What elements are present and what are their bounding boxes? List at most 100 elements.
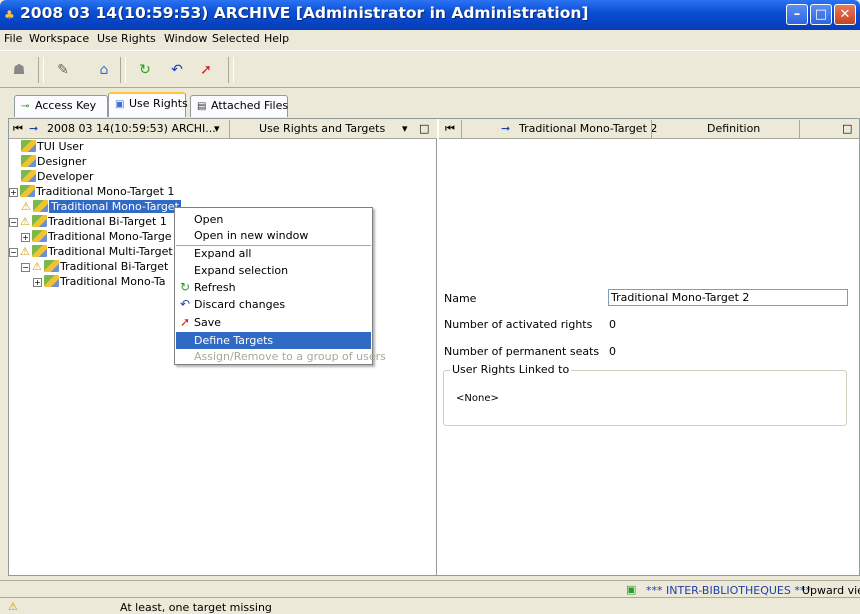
activated-rights-value: 0 <box>609 318 616 331</box>
tab-access-key[interactable]: ⊸ Access Key <box>14 95 108 117</box>
target-icon <box>33 200 48 212</box>
pin-icon[interactable]: ➚ <box>195 59 217 81</box>
tree-node[interactable]: + Traditional Mono-Target 1 <box>9 185 174 200</box>
warning-icon: ⚠ <box>20 215 30 228</box>
arrow-right-icon: ➞ <box>29 122 39 135</box>
tree-pane-header: ⏮ ➞ 2008 03 14(10:59:53) ARCHI... ▾ Use … <box>9 119 437 139</box>
toolbar: ☗ ✎ ⌂ ↻ ↶ ➚ <box>0 50 860 88</box>
tree-view-selector[interactable]: Use Rights and Targets <box>259 122 385 135</box>
dropdown-icon[interactable]: ▾ <box>214 122 220 135</box>
main-panel: ⏮ ➞ 2008 03 14(10:59:53) ARCHI... ▾ Use … <box>8 118 860 576</box>
menu-selected[interactable]: Selected <box>212 32 260 45</box>
status-row-bottom: ⚠ At least, one target missing <box>0 597 860 614</box>
maximize-button[interactable]: □ <box>810 4 832 25</box>
menu-workspace[interactable]: Workspace <box>29 32 89 45</box>
expand-icon[interactable]: + <box>21 233 30 242</box>
window-title: 2008 03 14(10:59:53) ARCHIVE [Administra… <box>20 4 589 22</box>
tree-node[interactable]: TUI User <box>21 140 84 155</box>
users-icon[interactable]: ☗ <box>8 59 30 81</box>
house-icon[interactable]: ⌂ <box>93 59 115 81</box>
key-icon: ⊸ <box>21 101 30 112</box>
undo-icon[interactable]: ↶ <box>166 59 188 81</box>
tree-node-label: Traditional Mono-Target 1 <box>36 185 175 198</box>
tree-node-label: Traditional Mono-Ta <box>60 275 166 288</box>
tree-node-selected[interactable]: ⚠ Traditional Mono-Target <box>21 200 181 215</box>
warning-icon: ⚠ <box>21 200 31 213</box>
status-message: At least, one target missing <box>120 601 272 614</box>
tree-node-label: Traditional Mono-Targe <box>48 230 172 243</box>
target-icon <box>32 230 47 242</box>
permanent-seats-value: 0 <box>609 345 616 358</box>
user-group-icon <box>21 155 36 167</box>
tree-node[interactable]: − ⚠ Traditional Bi-Target <box>21 260 168 275</box>
tree-node[interactable]: + Traditional Mono-Targe <box>21 230 172 245</box>
minimize-button[interactable]: – <box>786 4 808 25</box>
tab-strip: ⊸ Access Key ▣ Use Rights ▤ Attached Files <box>0 90 860 118</box>
expand-icon[interactable]: + <box>9 188 18 197</box>
collapse-icon[interactable]: ⏮ <box>13 122 23 136</box>
user-group-icon <box>21 170 36 182</box>
tree-node-label: Traditional Mono-Target <box>49 200 181 213</box>
linked-rights-value: <None> <box>456 393 499 404</box>
collapse-node-icon[interactable]: − <box>9 248 18 257</box>
tree-node[interactable]: − ⚠ Traditional Bi-Target 1 <box>9 215 167 230</box>
target-icon <box>32 215 47 227</box>
tab-use-rights[interactable]: ▣ Use Rights <box>108 92 188 117</box>
details-view-label[interactable]: Definition <box>707 122 760 135</box>
maximize-pane-icon[interactable]: □ <box>842 122 852 135</box>
menu-refresh[interactable]: ↻ Refresh <box>176 279 371 296</box>
tree-node[interactable]: + Traditional Mono-Ta <box>33 275 166 290</box>
close-button[interactable]: ✕ <box>834 4 856 25</box>
menu-item-label: Discard changes <box>194 298 286 311</box>
menu-open-new-window[interactable]: Open in new window <box>176 227 371 244</box>
tab-label: Access Key <box>35 99 97 112</box>
collapse-node-icon[interactable]: − <box>9 218 18 227</box>
menu-use-rights[interactable]: Use Rights <box>97 32 156 45</box>
menu-assign-remove-group: Assign/Remove to a group of users <box>194 350 386 363</box>
status-row-top: ▣ *** INTER-BIBLIOTHEQUES *** Upward vie… <box>0 580 860 597</box>
menu-expand-selection[interactable]: Expand selection <box>176 262 371 279</box>
context-menu: Open Open in new window Expand all Expan… <box>174 207 386 365</box>
arrow-right-icon: ➞ <box>501 122 511 135</box>
tree-root-title[interactable]: 2008 03 14(10:59:53) ARCHI... <box>47 122 216 135</box>
user-group-icon <box>21 140 36 152</box>
menu-discard-changes[interactable]: ↶ Discard changes <box>176 296 371 313</box>
permanent-seats-label: Number of permanent seats <box>444 345 600 358</box>
expand-icon[interactable]: + <box>33 278 42 287</box>
target-icon <box>32 245 47 257</box>
menu-help[interactable]: Help <box>264 32 289 45</box>
dropdown-icon[interactable]: ▾ <box>402 122 408 135</box>
title-bar[interactable]: ♣ 2008 03 14(10:59:53) ARCHIVE [Administ… <box>0 0 860 30</box>
menu-save[interactable]: ➚ Save <box>176 314 371 331</box>
menu-window[interactable]: Window <box>164 32 207 45</box>
menu-define-targets[interactable]: Define Targets <box>176 332 371 349</box>
collapse-icon[interactable]: ⏮ <box>445 122 455 136</box>
tree-node[interactable]: Developer <box>21 170 94 185</box>
menu-file[interactable]: File <box>4 32 22 45</box>
tag-icon[interactable]: ✎ <box>52 59 74 81</box>
details-title: Traditional Mono-Target 2 <box>519 122 658 135</box>
warning-icon: ⚠ <box>32 260 42 273</box>
collapse-node-icon[interactable]: − <box>21 263 30 272</box>
refresh-icon[interactable]: ↻ <box>134 59 156 81</box>
target-icon <box>44 260 59 272</box>
tree-node-label: Developer <box>37 170 94 183</box>
status-bar: ▣ *** INTER-BIBLIOTHEQUES *** Upward vie… <box>0 580 860 614</box>
header-divider <box>651 120 652 138</box>
document-icon: ▤ <box>197 101 207 112</box>
view-direction[interactable]: Upward view <box>802 584 860 597</box>
details-pane-header: ⏮ ➞ Traditional Mono-Target 2 Definition… <box>439 119 859 139</box>
maximize-pane-icon[interactable]: □ <box>419 122 429 135</box>
header-divider <box>799 120 800 138</box>
tree-node[interactable]: Designer <box>21 155 86 170</box>
name-field[interactable] <box>608 289 848 306</box>
header-divider <box>461 120 462 138</box>
tree-node[interactable]: − ⚠ Traditional Multi-Target 1 <box>9 245 183 260</box>
tab-label: Use Rights <box>129 97 188 110</box>
toolbar-separator <box>120 57 126 83</box>
tree-node-label: Designer <box>37 155 87 168</box>
tab-attached-files[interactable]: ▤ Attached Files <box>190 95 288 117</box>
menu-expand-all[interactable]: Expand all <box>176 245 371 262</box>
tree-node-label: TUI User <box>37 140 84 153</box>
menu-open[interactable]: Open <box>176 211 371 228</box>
